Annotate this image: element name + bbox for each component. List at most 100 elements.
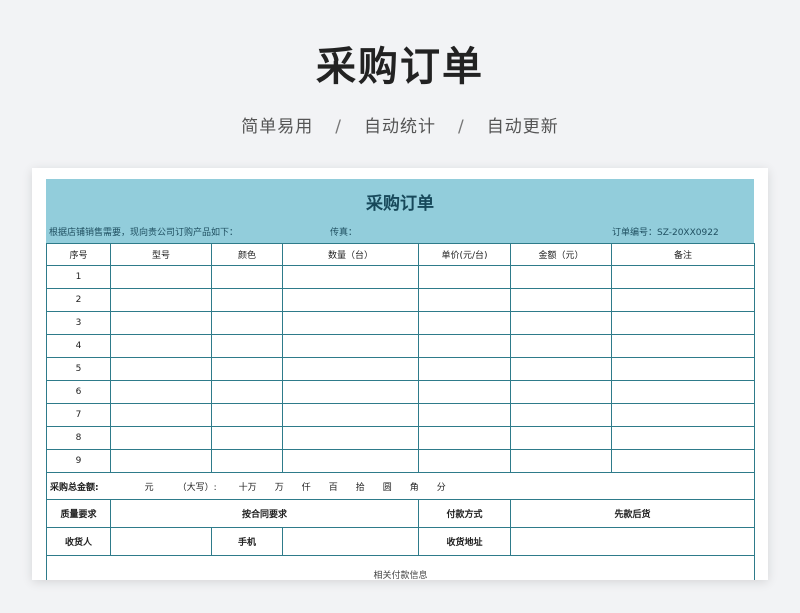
table-row: 1 <box>46 265 755 289</box>
quantity-cell[interactable] <box>282 357 419 381</box>
remarks-cell[interactable] <box>611 403 755 427</box>
order-header: 采购订单 根据店铺销售需要，现向贵公司订购产品如下： 传真： 订单编号：SZ-2… <box>46 179 754 243</box>
subtitle: 简单易用 / 自动统计 / 自动更新 <box>0 112 800 137</box>
quantity-cell[interactable] <box>282 265 419 289</box>
row-index: 5 <box>46 357 111 381</box>
amount-cell[interactable] <box>510 380 612 404</box>
unit-price-cell[interactable] <box>418 334 511 358</box>
table-row: 9 <box>46 449 755 473</box>
unit-hundred: 百 <box>328 482 338 493</box>
column-header-remarks: 备注 <box>611 243 755 266</box>
subtitle-item-easy: 简单易用 <box>241 117 314 137</box>
row-index: 1 <box>46 265 111 289</box>
model-cell[interactable] <box>110 265 212 289</box>
remarks-cell[interactable] <box>611 426 755 450</box>
column-header-color: 颜色 <box>211 243 283 266</box>
color-cell[interactable] <box>211 334 283 358</box>
address-value[interactable] <box>510 527 755 556</box>
unit-price-cell[interactable] <box>418 357 511 381</box>
amount-cell[interactable] <box>510 357 612 381</box>
model-cell[interactable] <box>110 334 212 358</box>
total-amount-cell: 采购总金额: 元 （大写）: 十万 万 仟 百 拾 圆 角 分 <box>46 472 755 500</box>
color-cell[interactable] <box>211 311 283 335</box>
unit-thousand: 仟 <box>301 482 311 493</box>
payment-label: 付款方式 <box>418 499 511 528</box>
color-cell[interactable] <box>211 403 283 427</box>
column-header-quantity: 数量（台） <box>282 243 419 266</box>
payment-info-heading: 相关付款信息 <box>46 555 755 580</box>
unit-price-cell[interactable] <box>418 449 511 473</box>
model-cell[interactable] <box>110 288 212 312</box>
model-cell[interactable] <box>110 403 212 427</box>
color-cell[interactable] <box>211 288 283 312</box>
color-cell[interactable] <box>211 449 283 473</box>
amount-cell[interactable] <box>510 334 612 358</box>
receiver-row: 收货人 手机 收货地址 <box>46 527 755 556</box>
column-header-amount: 金额（元） <box>510 243 612 266</box>
remarks-cell[interactable] <box>611 311 755 335</box>
unit-price-cell[interactable] <box>418 403 511 427</box>
model-cell[interactable] <box>110 380 212 404</box>
color-cell[interactable] <box>211 265 283 289</box>
subtitle-separator: / <box>335 117 342 137</box>
quantity-cell[interactable] <box>282 288 419 312</box>
receiver-value[interactable] <box>110 527 212 556</box>
unit-price-cell[interactable] <box>418 426 511 450</box>
amount-cell[interactable] <box>510 288 612 312</box>
unit-jiao: 角 <box>409 482 419 493</box>
phone-value[interactable] <box>282 527 419 556</box>
page-title: 采购订单 <box>316 44 484 90</box>
row-index: 7 <box>46 403 111 427</box>
color-cell[interactable] <box>211 357 283 381</box>
quantity-cell[interactable] <box>282 311 419 335</box>
color-cell[interactable] <box>211 426 283 450</box>
order-number-label: 订单编号： <box>612 228 658 238</box>
order-sheet: 采购订单 根据店铺销售需要，现向贵公司订购产品如下： 传真： 订单编号：SZ-2… <box>32 168 768 580</box>
unit-price-cell[interactable] <box>418 311 511 335</box>
amount-cell[interactable] <box>510 403 612 427</box>
table-row: 3 <box>46 311 755 335</box>
table-row: 5 <box>46 357 755 381</box>
quantity-cell[interactable] <box>282 426 419 450</box>
order-number-value: SZ-20XX0922 <box>657 228 719 238</box>
model-cell[interactable] <box>110 357 212 381</box>
quantity-cell[interactable] <box>282 334 419 358</box>
row-index: 2 <box>46 288 111 312</box>
model-cell[interactable] <box>110 311 212 335</box>
quality-value[interactable]: 按合同要求 <box>110 499 419 528</box>
unit-price-cell[interactable] <box>418 380 511 404</box>
remarks-cell[interactable] <box>611 449 755 473</box>
model-cell[interactable] <box>110 426 212 450</box>
address-label: 收货地址 <box>418 527 511 556</box>
order-intro: 根据店铺销售需要，现向贵公司订购产品如下： <box>49 228 239 238</box>
color-cell[interactable] <box>211 380 283 404</box>
remarks-cell[interactable] <box>611 380 755 404</box>
amount-cell[interactable] <box>510 311 612 335</box>
quantity-cell[interactable] <box>282 403 419 427</box>
unit-price-cell[interactable] <box>418 265 511 289</box>
subtitle-separator: / <box>458 117 465 137</box>
total-yuan-label: 元 <box>144 482 154 493</box>
unit-yuan: 圆 <box>382 482 392 493</box>
quantity-cell[interactable] <box>282 449 419 473</box>
subtitle-item-auto-stats: 自动统计 <box>364 117 436 137</box>
unit-ten-thousand: 万 <box>274 482 284 493</box>
total-amount-row: 采购总金额: 元 （大写）: 十万 万 仟 百 拾 圆 角 分 <box>46 472 755 500</box>
row-index: 8 <box>46 426 111 450</box>
total-amount-label: 采购总金额: <box>50 482 99 493</box>
model-cell[interactable] <box>110 449 212 473</box>
remarks-cell[interactable] <box>611 265 755 289</box>
remarks-cell[interactable] <box>611 288 755 312</box>
quantity-cell[interactable] <box>282 380 419 404</box>
payment-info-row: 相关付款信息 <box>46 555 755 580</box>
remarks-cell[interactable] <box>611 334 755 358</box>
total-capital-label: （大写）: <box>177 482 217 493</box>
remarks-cell[interactable] <box>611 357 755 381</box>
payment-value[interactable]: 先款后货 <box>510 499 755 528</box>
unit-price-cell[interactable] <box>418 288 511 312</box>
row-index: 3 <box>46 311 111 335</box>
amount-cell[interactable] <box>510 426 612 450</box>
amount-cell[interactable] <box>510 265 612 289</box>
amount-cell[interactable] <box>510 449 612 473</box>
unit-fen: 分 <box>436 482 446 493</box>
